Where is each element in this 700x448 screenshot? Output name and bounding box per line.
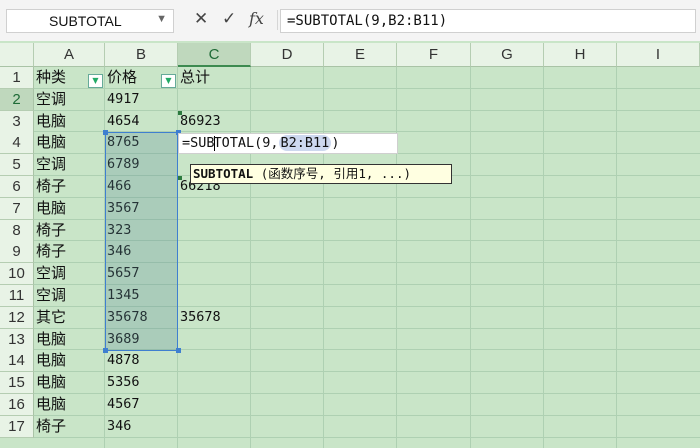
gridline-vertical xyxy=(250,67,251,448)
cell-c5[interactable] xyxy=(178,154,180,175)
row-header-14[interactable]: 14 xyxy=(0,350,34,372)
column-header-e[interactable]: E xyxy=(324,43,397,67)
column-header-b[interactable]: B xyxy=(105,43,178,67)
chevron-down-icon[interactable]: ▼ xyxy=(156,13,167,25)
column-header-g[interactable]: G xyxy=(471,43,544,67)
row-header-1[interactable]: 1 xyxy=(0,67,34,89)
cell-c6-marker xyxy=(178,176,182,180)
name-box-value: SUBTOTAL xyxy=(49,13,122,29)
cell-c8[interactable] xyxy=(178,220,180,241)
formula-close-paren: ) xyxy=(331,135,340,151)
cell-a3[interactable]: 电脑 xyxy=(34,111,66,132)
gridline-vertical xyxy=(470,67,471,448)
cell-a1[interactable]: 种类 xyxy=(34,67,66,88)
column-header-c[interactable]: C xyxy=(178,43,251,67)
cell-c7[interactable] xyxy=(178,198,180,219)
row-header-10[interactable]: 10 xyxy=(0,263,34,285)
row-header-12[interactable]: 12 xyxy=(0,307,34,329)
name-box[interactable]: SUBTOTAL ▼ xyxy=(6,9,174,33)
cell-a10[interactable]: 空调 xyxy=(34,263,66,284)
cell-c9[interactable] xyxy=(178,241,180,262)
cell-a13[interactable]: 电脑 xyxy=(34,329,66,350)
column-header-f[interactable]: F xyxy=(397,43,471,67)
gridline-horizontal xyxy=(34,437,700,438)
gridline-horizontal xyxy=(34,415,700,416)
cell-c1[interactable]: 总计 xyxy=(178,67,210,88)
column-header-h[interactable]: H xyxy=(544,43,617,67)
formula-bar: SUBTOTAL ▼ ✕ ✓ fx =SUBTOTAL(9,B2:B11) xyxy=(0,0,700,41)
cell-c14[interactable] xyxy=(178,350,180,371)
row-header-16[interactable]: 16 xyxy=(0,394,34,416)
cell-b14[interactable]: 4878 xyxy=(105,350,140,371)
selection-handle-bottom-left[interactable] xyxy=(103,348,108,353)
row-header-6[interactable]: 6 xyxy=(0,176,34,198)
gridline-vertical xyxy=(616,67,617,448)
cell-b1[interactable]: 价格 xyxy=(105,67,137,88)
row-header-4[interactable]: 4 xyxy=(0,132,34,154)
filter-dropdown-icon-a[interactable]: ▼ xyxy=(88,74,103,88)
formula-part-2: TOTAL(9, xyxy=(213,135,279,151)
cell-a7[interactable]: 电脑 xyxy=(34,198,66,219)
cell-a12[interactable]: 其它 xyxy=(34,307,66,328)
formula-range-reference[interactable]: B2:B11 xyxy=(278,135,332,151)
fx-icon[interactable]: fx xyxy=(249,9,264,28)
cell-a16[interactable]: 电脑 xyxy=(34,394,66,415)
cell-b17[interactable]: 346 xyxy=(105,416,131,437)
row-header-13[interactable]: 13 xyxy=(0,329,34,351)
cell-c13[interactable] xyxy=(178,329,180,350)
cell-c2-marker xyxy=(178,111,182,115)
cell-a4[interactable]: 电脑 xyxy=(34,132,66,153)
cell-a9[interactable]: 椅子 xyxy=(34,241,66,262)
column-header-i[interactable]: I xyxy=(617,43,700,67)
row-header-9[interactable]: 9 xyxy=(0,241,34,263)
cell-b3[interactable]: 4654 xyxy=(105,111,140,132)
gridline-vertical xyxy=(323,67,324,448)
row-header-7[interactable]: 7 xyxy=(0,198,34,220)
row-header-2[interactable]: 2 xyxy=(0,89,34,111)
select-all-corner[interactable] xyxy=(0,43,34,67)
cell-c16[interactable] xyxy=(178,394,180,415)
row-header-3[interactable]: 3 xyxy=(0,111,34,133)
cell-a2[interactable]: 空调 xyxy=(34,89,66,110)
formula-part-1: =SUB xyxy=(182,135,215,151)
cell-a11[interactable]: 空调 xyxy=(34,285,66,306)
gridline-vertical xyxy=(543,67,544,448)
function-syntax-tooltip: SUBTOTAL (函数序号, 引用1, ...) xyxy=(190,164,452,184)
cell-c11[interactable] xyxy=(178,285,180,306)
cell-b2[interactable]: 4917 xyxy=(105,89,140,110)
formula-input[interactable]: =SUBTOTAL(9,B2:B11) xyxy=(280,9,696,33)
cell-a8[interactable]: 椅子 xyxy=(34,220,66,241)
cell-a15[interactable]: 电脑 xyxy=(34,372,66,393)
row-header-17[interactable]: 17 xyxy=(0,416,34,438)
enter-icon[interactable]: ✓ xyxy=(222,9,236,29)
cell-a14[interactable]: 电脑 xyxy=(34,350,66,371)
cell-b15[interactable]: 5356 xyxy=(105,372,140,393)
in-cell-formula-editor[interactable]: =SUBTOTAL(9, B2:B11) xyxy=(178,133,398,154)
gridline-vertical xyxy=(396,67,397,448)
row-header-5[interactable]: 5 xyxy=(0,154,34,176)
column-header-d[interactable]: D xyxy=(251,43,324,67)
selection-handle-bottom-right[interactable] xyxy=(176,348,181,353)
tooltip-function-name[interactable]: SUBTOTAL xyxy=(193,166,253,181)
selection-handle-top-left[interactable] xyxy=(103,130,108,135)
cell-c3[interactable]: 86923 xyxy=(178,111,221,132)
formula-bar-divider xyxy=(277,10,278,30)
cell-a6[interactable]: 椅子 xyxy=(34,176,66,197)
filter-dropdown-icon-b[interactable]: ▼ xyxy=(161,74,176,88)
cell-b16[interactable]: 4567 xyxy=(105,394,140,415)
row-header-8[interactable]: 8 xyxy=(0,220,34,242)
selected-range-b2-b11[interactable] xyxy=(105,132,178,351)
row-header-11[interactable]: 11 xyxy=(0,285,34,307)
tooltip-arguments: (函数序号, 引用1, ...) xyxy=(260,166,412,181)
column-header-a[interactable]: A xyxy=(34,43,105,67)
row-header-15[interactable]: 15 xyxy=(0,372,34,394)
cell-c17[interactable] xyxy=(178,416,180,437)
cell-a17[interactable]: 椅子 xyxy=(34,416,66,437)
cell-c15[interactable] xyxy=(178,372,180,393)
cell-c12[interactable]: 35678 xyxy=(178,307,221,328)
cell-a5[interactable]: 空调 xyxy=(34,154,66,175)
formula-text: =SUBTOTAL(9,B2:B11) xyxy=(287,13,448,29)
cell-c10[interactable] xyxy=(178,263,180,284)
cancel-icon[interactable]: ✕ xyxy=(194,9,208,29)
